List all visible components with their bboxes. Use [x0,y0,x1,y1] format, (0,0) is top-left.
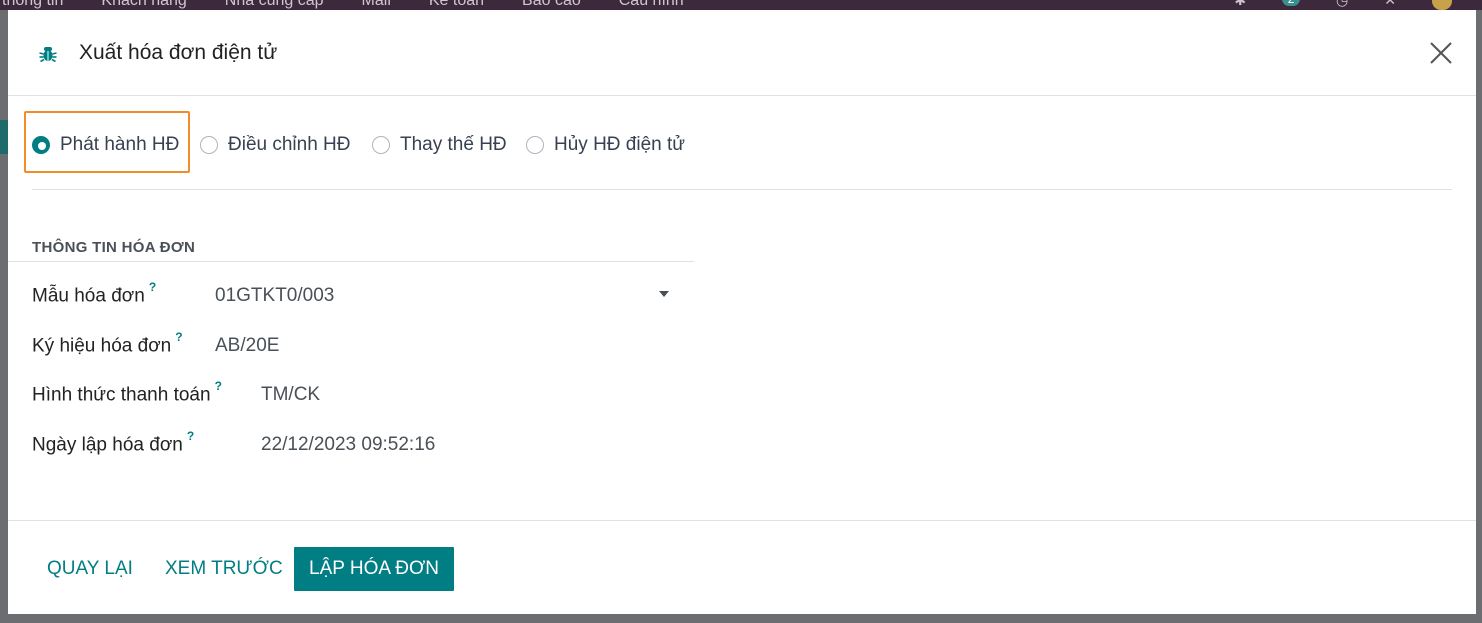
radio-label: Hủy HĐ điện tử [554,134,685,155]
help-tooltip-icon[interactable]: ? [149,280,156,294]
topbar-right: ✱ 2 ◷ ✕ [1234,0,1452,10]
avatar[interactable] [1432,0,1452,10]
activity-icon[interactable]: ◷ [1336,0,1348,10]
section-divider [8,261,694,262]
background-bottom [0,614,1482,623]
menu-item[interactable]: Mall [362,0,391,10]
radio-button[interactable] [526,136,544,154]
radio-replace-invoice[interactable]: Thay thế HĐ [372,134,507,156]
radio-label: Phát hành HĐ [60,134,180,155]
radio-label: Điều chỉnh HĐ [228,134,351,155]
menu-item[interactable]: Cấu hình [619,0,684,10]
label-text: Mẫu hóa đơn [32,285,145,307]
help-tooltip-icon[interactable]: ? [175,330,182,344]
field-label-template: Mẫu hóa đơn? [32,280,156,307]
menu-item[interactable]: Báo cáo [522,0,581,10]
tools-icon[interactable]: ✕ [1384,0,1396,10]
radio-cancel-invoice[interactable]: Hủy HĐ điện tử [526,134,685,156]
radio-button[interactable] [200,136,218,154]
app-menu: thông tin Khách hàng Nhà cung cấp Mall K… [0,0,722,10]
radio-issue-invoice[interactable]: Phát hành HĐ [32,134,179,156]
invoice-date-value: 22/12/2023 09:52:16 [261,434,436,455]
app-topbar: thông tin Khách hàng Nhà cung cấp Mall K… [0,0,1482,10]
invoice-dialog: Xuất hóa đơn điện tử Phát hành HĐ Điều c… [8,10,1476,614]
invoice-template-select[interactable]: 01GTKT0/003 [215,285,334,307]
radio-adjust-invoice[interactable]: Điều chỉnh HĐ [200,134,351,156]
background-fragment [0,120,8,154]
radio-button[interactable] [372,136,390,154]
help-tooltip-icon[interactable]: ? [187,429,194,443]
create-invoice-button[interactable]: LẬP HÓA ĐƠN [294,547,454,591]
preview-button[interactable]: XEM TRƯỚC [165,547,283,591]
radio-label: Thay thế HĐ [400,134,507,155]
back-button[interactable]: QUAY LẠI [47,547,133,591]
dialog-title: Xuất hóa đơn điện tử [79,41,278,64]
label-text: Ký hiệu hóa đơn [32,335,172,357]
notification-badge[interactable]: 2 [1282,0,1301,6]
bug-icon [39,47,57,63]
menu-item[interactable]: Khách hàng [101,0,186,10]
label-text: Ngày lập hóa đơn [32,434,183,456]
debug-icon[interactable]: ✱ [1234,0,1246,10]
action-radio-group: Phát hành HĐ Điều chỉnh HĐ Thay thế HĐ H… [8,110,1476,190]
menu-item[interactable]: thông tin [2,0,63,10]
payment-method-value: TM/CK [261,384,321,405]
chevron-down-icon[interactable] [659,291,669,297]
menu-item[interactable]: Nhà cung cấp [225,0,324,10]
field-label-symbol: Ký hiệu hóa đơn? [32,330,183,357]
divider [32,189,1452,190]
label-text: Hình thức thanh toán [32,384,211,406]
field-label-payment: Hình thức thanh toán? [32,379,222,406]
field-label-date: Ngày lập hóa đơn? [32,429,194,456]
section-title: THÔNG TIN HÓA ĐƠN [32,239,196,256]
dialog-header: Xuất hóa đơn điện tử [8,10,1476,96]
background-right [1476,10,1482,623]
dialog-footer: QUAY LẠI XEM TRƯỚC LẬP HÓA ĐƠN [8,520,1476,615]
menu-item[interactable]: Kế toán [429,0,484,10]
background-left [0,10,8,623]
close-icon[interactable] [1428,40,1454,66]
help-tooltip-icon[interactable]: ? [215,379,222,393]
invoice-symbol-value: AB/20E [215,335,280,356]
radio-button-checked[interactable] [32,136,50,154]
